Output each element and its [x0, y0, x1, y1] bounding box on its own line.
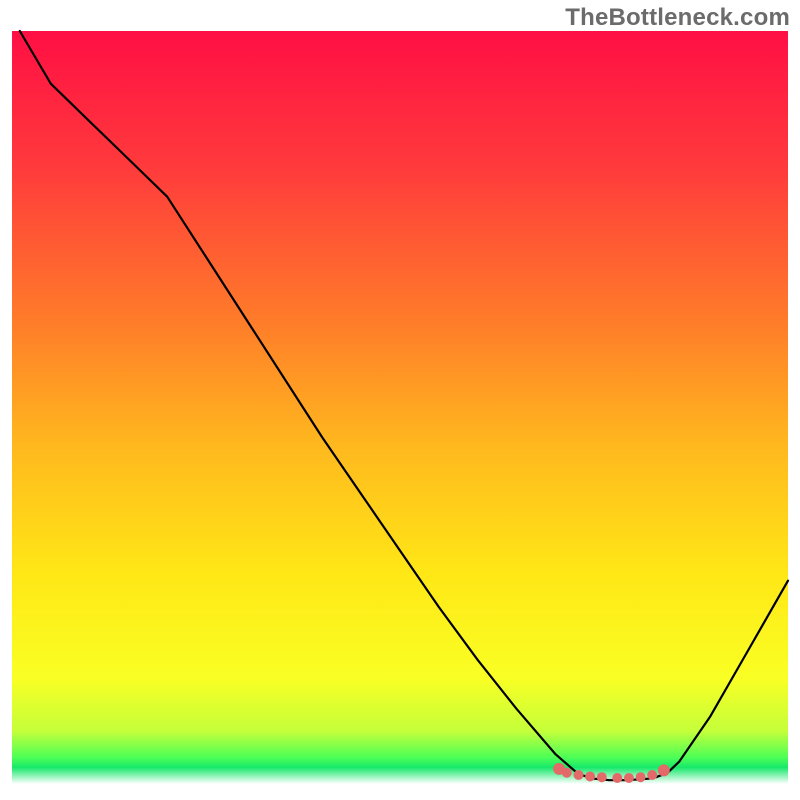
- optimal-marker-dot: [585, 772, 595, 782]
- optimal-marker-dot: [574, 770, 584, 780]
- optimal-marker-dot: [636, 772, 646, 782]
- optimal-marker-dot: [624, 773, 634, 783]
- bottleneck-chart: [0, 0, 800, 800]
- optimal-marker-dot: [612, 773, 622, 783]
- chart-container: TheBottleneck.com: [0, 0, 800, 800]
- optimal-marker-dot: [647, 770, 657, 780]
- optimal-marker-dot: [658, 764, 670, 776]
- watermark-text: TheBottleneck.com: [565, 4, 790, 32]
- optimal-marker-dot: [562, 768, 572, 778]
- optimal-marker-dot: [597, 772, 607, 782]
- gradient-background: [12, 31, 788, 784]
